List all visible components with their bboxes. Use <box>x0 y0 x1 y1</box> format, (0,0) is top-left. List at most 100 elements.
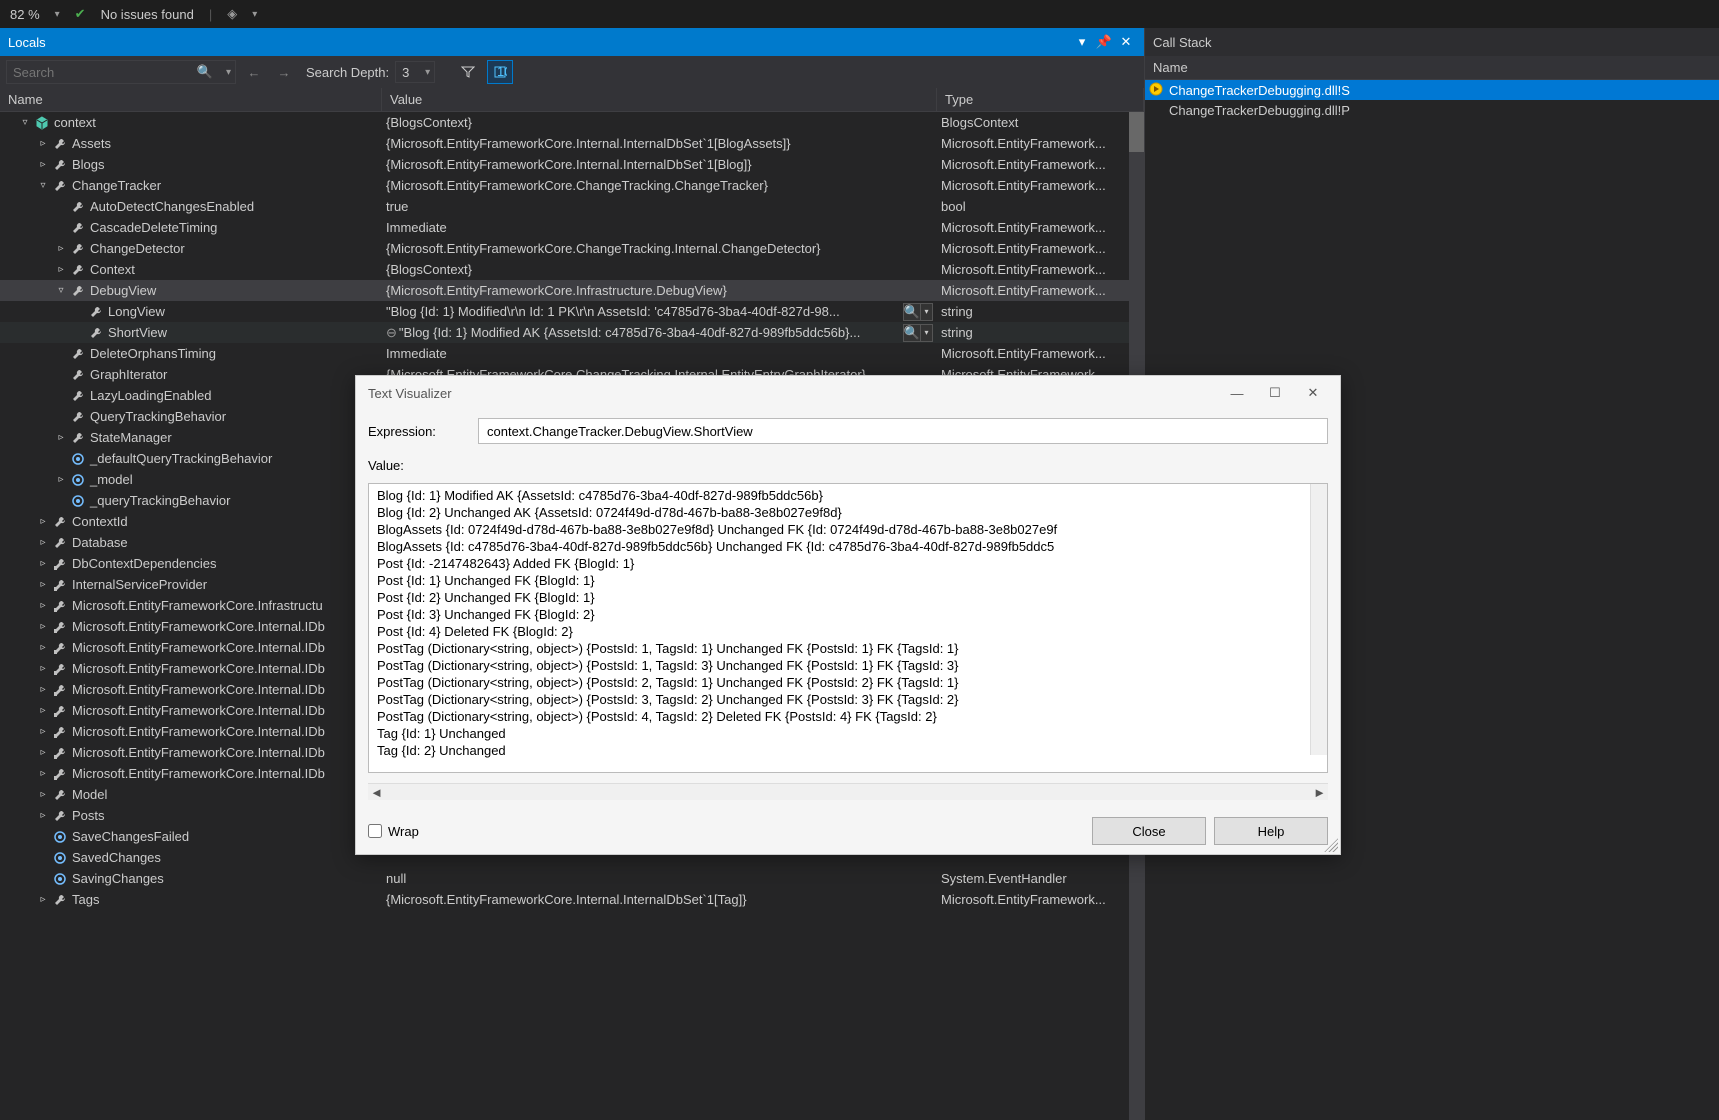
visualizer-icon[interactable]: 🔍 <box>903 324 921 342</box>
tag-icon[interactable]: ◈ <box>227 6 237 22</box>
expand-icon[interactable]: ▹ <box>36 620 50 634</box>
wrench-icon <box>70 388 86 404</box>
pin-icon[interactable]: ⊖ <box>386 325 397 341</box>
expand-icon[interactable] <box>54 368 68 382</box>
hscrollbar[interactable]: ◄ ► <box>368 783 1328 800</box>
expand-icon[interactable] <box>36 872 50 886</box>
col-name[interactable]: Name <box>0 88 382 111</box>
visualizer-icon[interactable]: 🔍 <box>903 303 921 321</box>
depth-select[interactable]: 3 ▾ <box>395 61 435 83</box>
expand-icon[interactable]: ▹ <box>36 515 50 529</box>
table-row[interactable]: ▿context{BlogsContext}BlogsContext <box>0 112 1144 133</box>
close-button[interactable]: Close <box>1092 817 1206 845</box>
table-row[interactable]: SavingChangesnullSystem.EventHandler <box>0 868 1144 889</box>
expand-icon[interactable]: ▹ <box>54 263 68 277</box>
pin-icon[interactable]: 📌 <box>1094 32 1114 52</box>
expand-icon[interactable] <box>72 305 86 319</box>
expand-icon[interactable] <box>36 830 50 844</box>
forward-icon[interactable]: → <box>272 60 296 84</box>
expand-icon[interactable]: ▹ <box>36 536 50 550</box>
dropdown-icon[interactable]: ▾ <box>252 9 257 20</box>
table-row[interactable]: ▹ChangeDetector{Microsoft.EntityFramewor… <box>0 238 1144 259</box>
close-icon[interactable]: ✕ <box>1298 380 1328 406</box>
table-row[interactable]: ShortView⊖"Blog {Id: 1} Modified AK {Ass… <box>0 322 1144 343</box>
scroll-right-icon[interactable]: ► <box>1311 785 1328 800</box>
wrench-icon <box>52 157 68 173</box>
window-dropdown-icon[interactable]: ▾ <box>1072 32 1092 52</box>
table-row[interactable]: AutoDetectChangesEnabledtruebool <box>0 196 1144 217</box>
dialog-titlebar[interactable]: Text Visualizer ― ☐ ✕ <box>356 376 1340 410</box>
expand-icon[interactable]: ▹ <box>36 578 50 592</box>
table-row[interactable]: ▹Assets{Microsoft.EntityFrameworkCore.In… <box>0 133 1144 154</box>
expand-icon[interactable] <box>54 410 68 424</box>
expand-icon[interactable]: ▹ <box>36 746 50 760</box>
expand-icon[interactable]: ▹ <box>36 704 50 718</box>
callstack-col-header[interactable]: Name <box>1145 56 1719 80</box>
callstack-row[interactable]: ChangeTrackerDebugging.dll!P <box>1145 100 1719 120</box>
expand-icon[interactable]: ▹ <box>36 557 50 571</box>
search-input-box[interactable]: 🔍 ▾ <box>6 60 236 84</box>
col-type[interactable]: Type <box>937 88 1144 111</box>
expand-icon[interactable] <box>54 389 68 403</box>
table-row[interactable]: ▿DebugView{Microsoft.EntityFrameworkCore… <box>0 280 1144 301</box>
expand-icon[interactable]: ▹ <box>36 641 50 655</box>
wrap-checkbox[interactable]: Wrap <box>368 824 419 839</box>
visualizer-dropdown-icon[interactable]: ▾ <box>921 303 933 321</box>
col-value[interactable]: Value <box>382 88 937 111</box>
expand-icon[interactable] <box>54 347 68 361</box>
expand-icon[interactable]: ▹ <box>36 788 50 802</box>
expand-icon[interactable] <box>54 494 68 508</box>
expand-icon[interactable] <box>72 326 86 340</box>
value-textbox[interactable]: Blog {Id: 1} Modified AK {AssetsId: c478… <box>368 483 1328 773</box>
expression-input[interactable] <box>478 418 1328 444</box>
expand-icon[interactable] <box>36 851 50 865</box>
scroll-thumb[interactable] <box>1129 112 1144 152</box>
expand-icon[interactable]: ▹ <box>54 242 68 256</box>
vscrollbar[interactable] <box>1310 484 1327 755</box>
expand-icon[interactable]: ▿ <box>36 179 50 193</box>
expand-icon[interactable] <box>54 452 68 466</box>
highlight-icon[interactable]: 10 <box>487 60 513 84</box>
expand-icon[interactable]: ▿ <box>18 116 32 130</box>
table-row[interactable]: LongView"Blog {Id: 1} Modified\r\n Id: 1… <box>0 301 1144 322</box>
filter-icon[interactable] <box>455 60 481 84</box>
expand-icon[interactable]: ▹ <box>54 473 68 487</box>
callstack-row[interactable]: ChangeTrackerDebugging.dll!S <box>1145 80 1719 100</box>
table-row[interactable]: DeleteOrphansTimingImmediateMicrosoft.En… <box>0 343 1144 364</box>
maximize-icon[interactable]: ☐ <box>1260 380 1290 406</box>
text-visualizer-dialog: Text Visualizer ― ☐ ✕ Expression: Value:… <box>355 375 1341 855</box>
expand-icon[interactable]: ▹ <box>36 809 50 823</box>
expand-icon[interactable] <box>54 200 68 214</box>
expand-icon[interactable]: ▹ <box>36 893 50 907</box>
scroll-left-icon[interactable]: ◄ <box>368 785 385 800</box>
expand-icon[interactable]: ▹ <box>36 683 50 697</box>
expand-icon[interactable]: ▹ <box>36 662 50 676</box>
wrench-icon <box>70 409 86 425</box>
search-dropdown-icon[interactable]: ▾ <box>226 67 231 78</box>
expand-icon[interactable] <box>54 221 68 235</box>
expand-icon[interactable]: ▹ <box>36 767 50 781</box>
close-icon[interactable]: ✕ <box>1116 32 1136 52</box>
locals-header[interactable]: Locals ▾ 📌 ✕ <box>0 28 1144 56</box>
depth-dropdown-icon[interactable]: ▾ <box>425 67 430 78</box>
expand-icon[interactable]: ▹ <box>36 725 50 739</box>
expand-icon[interactable]: ▹ <box>36 599 50 613</box>
expand-icon[interactable]: ▹ <box>36 158 50 172</box>
wrap-checkbox-input[interactable] <box>368 824 382 838</box>
back-icon[interactable]: ← <box>242 60 266 84</box>
search-icon[interactable]: 🔍 <box>197 64 213 80</box>
table-row[interactable]: CascadeDeleteTimingImmediateMicrosoft.En… <box>0 217 1144 238</box>
expand-icon[interactable]: ▿ <box>54 284 68 298</box>
resize-grip-icon[interactable] <box>1324 838 1338 852</box>
expand-icon[interactable]: ▹ <box>54 431 68 445</box>
minimize-icon[interactable]: ― <box>1222 380 1252 406</box>
dropdown-icon[interactable]: ▾ <box>55 9 60 20</box>
callstack-header[interactable]: Call Stack <box>1145 28 1719 56</box>
table-row[interactable]: ▹Context{BlogsContext}Microsoft.EntityFr… <box>0 259 1144 280</box>
table-row[interactable]: ▿ChangeTracker{Microsoft.EntityFramework… <box>0 175 1144 196</box>
table-row[interactable]: ▹Blogs{Microsoft.EntityFrameworkCore.Int… <box>0 154 1144 175</box>
table-row[interactable]: ▹Tags{Microsoft.EntityFrameworkCore.Inte… <box>0 889 1144 910</box>
expand-icon[interactable]: ▹ <box>36 137 50 151</box>
help-button[interactable]: Help <box>1214 817 1328 845</box>
visualizer-dropdown-icon[interactable]: ▾ <box>921 324 933 342</box>
